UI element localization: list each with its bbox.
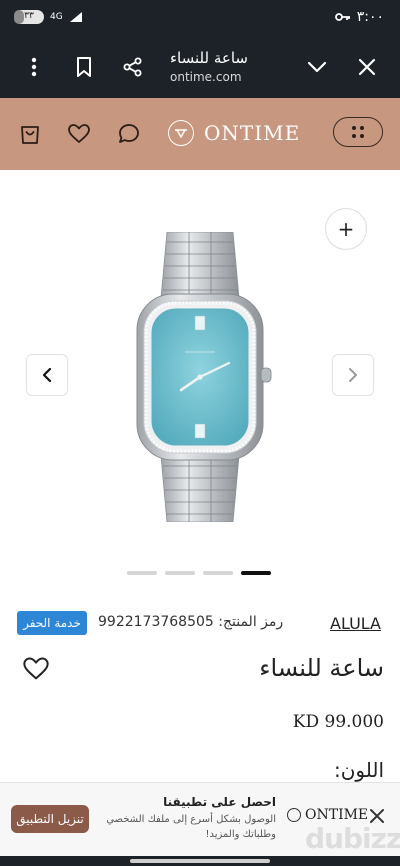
gallery-next-button[interactable] <box>332 354 374 396</box>
chat-icon[interactable] <box>117 122 141 146</box>
signal-icon <box>69 12 82 22</box>
site-header: ONTIME <box>0 98 400 170</box>
banner-description: الوصول بشكل أسرع إلى ملفك الشخصي وطلباتك… <box>106 814 276 840</box>
logo-text: ONTIME <box>204 121 301 145</box>
share-icon[interactable] <box>121 55 145 79</box>
product-gallery[interactable]: + <box>0 170 400 590</box>
product-title: ساعة للنساء <box>259 654 384 682</box>
close-icon[interactable] <box>355 55 379 79</box>
pagination-dot-active[interactable] <box>241 571 271 575</box>
banner-title: احصل على تطبيقنا <box>163 795 276 809</box>
status-right: ٣:٠٠ <box>334 9 384 25</box>
sku-label: رمز المنتج: <box>218 614 284 630</box>
network-type: 4G <box>50 11 63 22</box>
gallery-prev-button[interactable] <box>26 354 68 396</box>
pagination-dot[interactable] <box>127 571 157 575</box>
chevron-left-icon <box>42 367 52 383</box>
product-price: KD 99.000 <box>292 712 384 732</box>
sku-value: 9922173768505 <box>98 614 214 630</box>
site-logo[interactable]: ONTIME <box>168 120 300 146</box>
engraving-service-badge[interactable]: خدمة الحفر <box>17 611 87 635</box>
sku: رمز المنتج: 9922173768505 <box>98 614 283 630</box>
home-handle[interactable] <box>130 859 270 863</box>
gallery-pagination <box>127 571 271 575</box>
system-nav-bar <box>0 856 400 866</box>
product-meta: خدمة الحفر رمز المنتج: 9922173768505 ALU… <box>0 608 400 638</box>
install-app-button[interactable]: تنزيل التطبيق <box>11 805 89 833</box>
chevron-down-icon[interactable] <box>305 55 329 79</box>
status-bar: ٣٣ 4G ٣:٠٠ <box>0 0 400 36</box>
heart-icon[interactable] <box>67 122 91 146</box>
browser-bar: ساعة للنساء ontime.com <box>0 36 400 98</box>
battery-icon: ٣٣ <box>14 10 44 24</box>
wishlist-heart-icon[interactable] <box>22 655 50 683</box>
screen: ٣٣ 4G ٣:٠٠ ساعة للنساء ontime.com ONTIME… <box>0 0 400 866</box>
grid-dots-icon <box>352 126 364 138</box>
more-options-icon[interactable] <box>22 55 46 79</box>
pagination-dot[interactable] <box>165 571 195 575</box>
clock: ٣:٠٠ <box>356 9 384 25</box>
banner-logo: ONTIME <box>287 807 368 823</box>
banner-logo-text: ONTIME <box>305 807 369 823</box>
watermark: dubizzle <box>305 822 400 855</box>
bookmark-icon[interactable] <box>72 55 96 79</box>
logo-mark-icon <box>168 120 194 146</box>
chevron-right-icon <box>349 368 357 382</box>
zoom-button[interactable]: + <box>325 208 367 250</box>
status-left: ٣٣ 4G <box>14 10 83 24</box>
battery-level: ٣٣ <box>24 11 34 21</box>
browser-url[interactable]: ontime.com <box>170 70 242 84</box>
color-label: اللون: <box>333 758 384 782</box>
product-image-watch <box>136 232 272 522</box>
browser-page-title: ساعة للنساء <box>170 49 248 67</box>
pagination-dot[interactable] <box>203 571 233 575</box>
brand-link[interactable]: ALULA <box>330 614 381 633</box>
bag-icon[interactable] <box>18 122 42 146</box>
banner-logo-mark-icon <box>287 808 301 822</box>
key-icon <box>334 13 350 21</box>
menu-button[interactable] <box>333 117 383 147</box>
